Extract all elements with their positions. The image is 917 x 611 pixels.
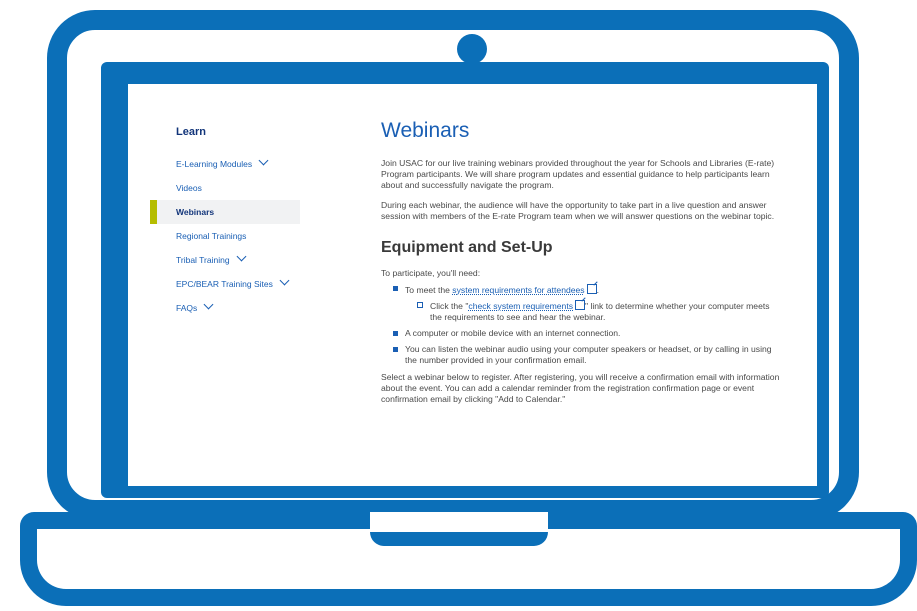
sub-list-item: Click the "check system requirements " li… [417, 299, 781, 323]
chevron-down-icon [279, 275, 290, 286]
webcam-dot [457, 34, 487, 64]
sidebar-item-label: Webinars [176, 207, 215, 217]
sidebar-item-label: EPC/BEAR Training Sites [176, 279, 273, 289]
list-item-text: Click the " [430, 301, 469, 311]
laptop-illustration: Learn E-Learning Modules Videos Webinars… [0, 0, 917, 611]
external-link-icon [575, 300, 585, 310]
laptop-base-notch [370, 512, 548, 546]
requirements-list: To meet the system requirements for atte… [381, 283, 781, 366]
sidebar-item-label: E-Learning Modules [176, 159, 253, 169]
webpage-screen: Learn E-Learning Modules Videos Webinars… [128, 84, 817, 486]
list-item: To meet the system requirements for atte… [393, 283, 781, 323]
sidebar-nav: Learn E-Learning Modules Videos Webinars… [150, 120, 300, 320]
external-link-icon [586, 284, 597, 294]
sidebar-item-label: Videos [176, 183, 202, 193]
intro-paragraph: Join USAC for our live training webinars… [381, 158, 775, 190]
sidebar-item-videos[interactable]: Videos [150, 176, 300, 200]
sidebar-item-label: Regional Trainings [176, 231, 247, 241]
chevron-down-icon [258, 155, 269, 166]
sidebar-heading: Learn [176, 126, 206, 138]
list-item: A computer or mobile device with an inte… [393, 328, 781, 339]
intro-paragraph-2: During each webinar, the audience will h… [381, 200, 775, 221]
page-title: Webinars [381, 119, 470, 142]
sub-list: Click the "check system requirements " li… [405, 299, 781, 323]
system-requirements-link[interactable]: system requirements for attendees [452, 285, 584, 295]
sidebar-item-e-learning-modules[interactable]: E-Learning Modules [150, 152, 300, 176]
sidebar-item-label: FAQs [176, 303, 198, 313]
list-item-text: . [596, 285, 599, 295]
sidebar-item-regional-trainings[interactable]: Regional Trainings [150, 224, 300, 248]
sidebar-item-label: Tribal Training [176, 255, 230, 265]
chevron-down-icon [203, 299, 214, 310]
section-title: Equipment and Set-Up [381, 239, 553, 256]
requirements-lead: To participate, you'll need: [381, 268, 481, 278]
chevron-down-icon [236, 251, 246, 262]
check-system-requirements-link[interactable]: check system requirements [468, 301, 573, 311]
sidebar-item-faqs[interactable]: FAQs [150, 296, 300, 320]
register-paragraph: Select a webinar below to register. Afte… [381, 372, 780, 404]
sidebar-item-webinars[interactable]: Webinars [150, 200, 300, 224]
list-item: You can listen the webinar audio using y… [393, 344, 781, 366]
sidebar-item-epc-bear-training-sites[interactable]: EPC/BEAR Training Sites [150, 272, 300, 296]
list-item-text: To meet the [405, 285, 453, 295]
sidebar-item-tribal-training[interactable]: Tribal Training [150, 248, 300, 272]
main-content: Webinars Join USAC for our live training… [381, 118, 781, 414]
